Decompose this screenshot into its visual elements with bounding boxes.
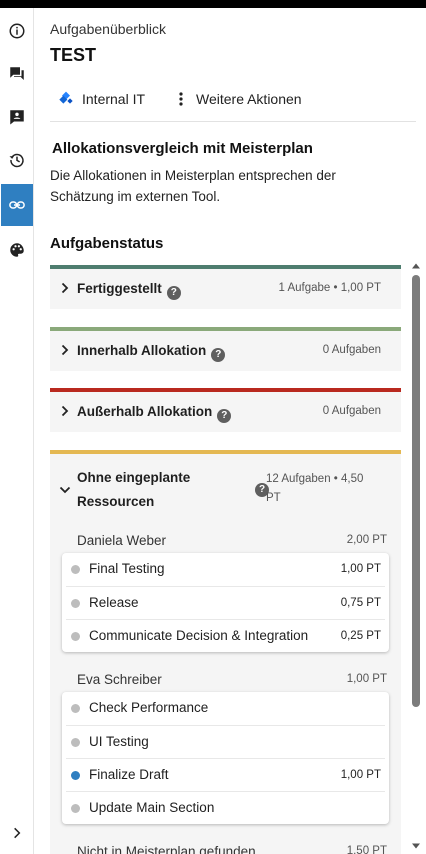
status-card-label: Innerhalb Allokation: [77, 343, 207, 358]
task-status-dot: [71, 704, 80, 713]
task-points: 0,25 PT: [340, 630, 381, 642]
status-card-meta-line2: PT: [266, 492, 281, 504]
assignee-points: 1,50 PT: [346, 845, 387, 854]
jira-project-link[interactable]: Internal IT: [58, 84, 145, 114]
task-row[interactable]: Update Main Section: [66, 791, 385, 824]
action-toolbar: Internal IT Weitere Aktionen: [50, 84, 416, 122]
more-actions-button[interactable]: Weitere Aktionen: [174, 84, 302, 114]
help-icon[interactable]: ?: [217, 409, 232, 423]
task-status-dot: [71, 804, 80, 813]
task-points: 1,00 PT: [340, 769, 381, 781]
chevron-right-icon: [61, 282, 69, 294]
task-status-heading: Aufgabenstatus: [50, 235, 164, 252]
chevron-right-icon: [61, 344, 69, 356]
window-top-bar: [0, 0, 426, 8]
assignee-points: 1,00 PT: [346, 673, 387, 685]
assignee-name: Eva Schreiber: [77, 672, 162, 687]
status-card-meta: 0 Aufgaben: [322, 405, 381, 417]
panel-kicker: Aufgabenüberblick: [50, 21, 166, 37]
status-card-label: Fertiggestellt: [77, 281, 162, 296]
task-name: Check Performance: [89, 700, 209, 715]
task-row[interactable]: Check Performance: [66, 692, 385, 725]
task-row[interactable]: Communicate Decision & Integration 0,25 …: [66, 619, 385, 652]
assignee-group-header: Nicht in Meisterplan gefunden 1,50 PT: [77, 844, 387, 854]
task-name: Communicate Decision & Integration: [89, 628, 309, 643]
status-card-header[interactable]: Fertiggestellt? 1 Aufgabe • 1,00 PT: [50, 269, 401, 309]
task-points: 0,75 PT: [340, 597, 381, 609]
assignee-name: Daniela Weber: [77, 533, 167, 548]
task-status-dot: [71, 738, 80, 747]
scroll-down-arrow[interactable]: [411, 841, 421, 851]
sidebar-item-appearance[interactable]: [1, 229, 33, 271]
more-actions-label: Weitere Aktionen: [196, 91, 302, 107]
task-status-dot: [71, 565, 80, 574]
jira-icon: [59, 91, 73, 104]
task-row[interactable]: UI Testing: [66, 725, 385, 758]
sidebar-item-history[interactable]: [1, 139, 33, 181]
task-name: Update Main Section: [89, 800, 215, 815]
task-row[interactable]: Finalize Draft 1,00 PT: [66, 758, 385, 791]
status-card-header[interactable]: Außerhalb Allokation? 0 Aufgaben: [50, 392, 401, 432]
status-card-header[interactable]: Innerhalb Allokation? 0 Aufgaben: [50, 331, 401, 371]
status-card-label-line1: Ohne eingeplante: [77, 470, 191, 485]
status-card-within-allocation: Innerhalb Allokation? 0 Aufgaben: [50, 327, 401, 371]
help-icon[interactable]: ?: [166, 286, 181, 300]
task-status-dot: [71, 599, 80, 608]
status-card-outside-allocation: Außerhalb Allokation? 0 Aufgaben: [50, 388, 401, 432]
sidebar-item-info[interactable]: [1, 10, 33, 52]
link-icon: [9, 201, 25, 209]
assignee-group-header: Daniela Weber 2,00 PT: [77, 533, 387, 553]
task-name: Release: [89, 595, 139, 610]
status-card-meta-line1: 12 Aufgaben • 4,50: [266, 473, 364, 485]
chat-bubbles-icon: [10, 67, 24, 80]
task-status-dot: [71, 632, 80, 641]
chevron-right-icon: [61, 405, 69, 417]
history-icon: [9, 153, 24, 168]
task-name: Final Testing: [89, 561, 165, 576]
task-name: UI Testing: [89, 734, 149, 749]
info-icon: [9, 23, 25, 39]
status-card-label-line2: Ressourcen: [77, 494, 155, 509]
status-card-no-resources: Ohne eingeplante Ressourcen ? 12 Aufgabe…: [50, 450, 401, 854]
scrollbar-thumb[interactable]: [412, 275, 420, 707]
more-vertical-icon: [179, 92, 183, 106]
allocation-description: Die Allokationen in Meisterplan entsprec…: [50, 168, 336, 204]
assignee-name: Nicht in Meisterplan gefunden: [77, 844, 256, 854]
status-card-meta: 1 Aufgabe • 1,00 PT: [278, 282, 382, 294]
task-list: Final Testing 1,00 PT Release 0,75 PT Co…: [62, 553, 389, 652]
help-icon[interactable]: ?: [211, 348, 226, 362]
contact-card-icon: [10, 110, 24, 125]
status-card-completed: Fertiggestellt? 1 Aufgabe • 1,00 PT: [50, 265, 401, 309]
scroll-up-arrow[interactable]: [411, 261, 421, 271]
status-card-label: Außerhalb Allokation: [77, 404, 213, 419]
palette-icon: [10, 243, 24, 257]
allocation-title: Allokationsvergleich mit Meisterplan: [52, 140, 313, 157]
task-status-dot: [71, 771, 80, 780]
chevron-right-icon: [14, 827, 21, 839]
assignee-points: 2,00 PT: [346, 534, 387, 546]
task-row[interactable]: Final Testing 1,00 PT: [66, 553, 385, 586]
task-list: Check Performance UI Testing Finalize Dr…: [62, 692, 389, 824]
task-points: 1,00 PT: [340, 563, 381, 575]
status-card-meta: 0 Aufgaben: [322, 344, 381, 356]
sidebar-item-comments[interactable]: [1, 53, 33, 95]
task-name: Finalize Draft: [89, 767, 169, 782]
status-card-header[interactable]: Ohne eingeplante Ressourcen ? 12 Aufgabe…: [50, 454, 401, 524]
sidebar-item-contacts[interactable]: [1, 96, 33, 138]
jira-project-label: Internal IT: [82, 91, 146, 107]
task-overview-panel: Aufgabenüberblick TEST Internal IT Weite…: [35, 8, 426, 854]
sidebar-rail: [0, 8, 34, 854]
page-title: TEST: [50, 45, 97, 65]
sidebar-item-links[interactable]: [1, 184, 33, 226]
chevron-down-icon: [59, 486, 71, 494]
sidebar-expand-button[interactable]: [1, 812, 33, 854]
task-row[interactable]: Release 0,75 PT: [66, 586, 385, 619]
assignee-group-header: Eva Schreiber 1,00 PT: [77, 672, 387, 692]
